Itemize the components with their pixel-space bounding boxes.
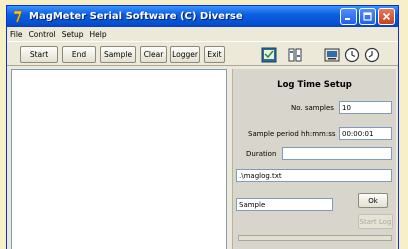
menu-file[interactable]: File (7, 30, 26, 39)
plot-area[interactable] (11, 69, 227, 249)
settings-icon[interactable] (286, 45, 304, 64)
sample-button[interactable]: Sample (100, 46, 136, 63)
timer-icon[interactable] (363, 45, 381, 64)
app-icon[interactable] (11, 10, 25, 24)
log-time-setup-panel: Log Time Setup No. samples 10 Sample per… (232, 69, 396, 249)
menu-setup[interactable]: Setup (59, 30, 87, 39)
sample-period-label: Sample period hh:mm:ss (248, 130, 336, 138)
ok-button[interactable]: Ok (358, 193, 388, 208)
window-title: MagMeter Serial Software (C) Diverse (29, 11, 243, 22)
title-bar[interactable]: MagMeter Serial Software (C) Diverse (7, 6, 398, 27)
minimize-button[interactable] (340, 8, 357, 25)
progress-bar (238, 235, 392, 241)
file-path-field[interactable]: .\maglog.txt (236, 169, 392, 182)
clear-button[interactable]: Clear (140, 46, 167, 63)
sample-period-field[interactable]: 00:00:01 (339, 127, 392, 140)
panel-title: Log Time Setup (277, 80, 352, 90)
clock-icon[interactable] (343, 45, 361, 64)
menu-control[interactable]: Control (26, 30, 59, 39)
app-window: MagMeter Serial Software (C) Diverse Fil… (6, 5, 399, 249)
end-button[interactable]: End (62, 46, 96, 63)
start-log-button[interactable]: Start Log (358, 214, 393, 229)
menu-help[interactable]: Help (87, 30, 110, 39)
display-icon[interactable] (323, 45, 341, 64)
close-button[interactable] (378, 8, 395, 25)
sample-name-field[interactable]: Sample (236, 198, 333, 211)
exit-button[interactable]: Exit (204, 46, 225, 63)
duration-label: Duration (246, 150, 277, 158)
maximize-button[interactable] (359, 8, 376, 25)
duration-field[interactable] (282, 147, 392, 160)
logger-button[interactable]: Logger (170, 46, 200, 63)
num-samples-label: No. samples (291, 104, 334, 112)
num-samples-field[interactable]: 10 (339, 101, 392, 114)
toolbar: Start End Sample Clear Logger Exit (7, 41, 398, 66)
save-log-icon[interactable] (260, 45, 278, 64)
start-button[interactable]: Start (20, 46, 58, 63)
menu-bar: File Control Setup Help (7, 27, 398, 41)
